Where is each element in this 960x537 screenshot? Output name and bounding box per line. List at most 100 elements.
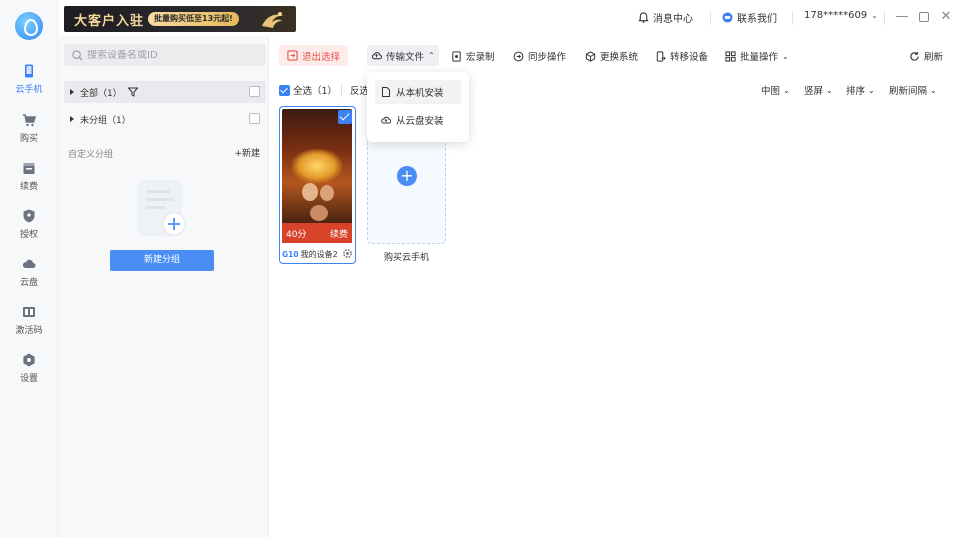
macro-record-label: 宏录制 [466, 52, 495, 63]
app-logo [15, 12, 43, 40]
change-system-button[interactable]: 更换系统 [585, 47, 638, 65]
size-label: 中图 [761, 86, 781, 97]
install-from-local-item[interactable]: 从本机安装 [375, 80, 461, 104]
macro-icon [452, 50, 461, 62]
nav-item-settings[interactable]: 设置 [0, 353, 58, 393]
select-all-checkbox[interactable]: 全选（1） [279, 83, 337, 97]
remaining-time-bar: 40分 续费 [282, 223, 352, 243]
transfer-file-label: 传输文件 [386, 51, 425, 63]
renew-link[interactable]: 续费 [330, 227, 348, 240]
sync-operation-button[interactable]: 同步操作 [513, 47, 566, 65]
size-select[interactable]: 中图 ⌄ [761, 83, 790, 98]
promo-banner[interactable]: 大客户入驻 批量购买低至13元起! [64, 6, 296, 32]
app-window: 云手机 购买 续费 授权 云盘 激活码 设置 大客户入驻 批量购买低至13元起!… [0, 0, 960, 537]
chevron-down-icon: ⌄ [868, 85, 875, 95]
new-group-link[interactable]: +新建 [234, 146, 260, 159]
empty-folder-illustration [138, 180, 186, 236]
minimize-icon[interactable]: — [894, 9, 910, 25]
group-checkbox-ungrouped[interactable] [249, 113, 260, 124]
gear-icon[interactable] [342, 248, 353, 259]
macro-record-button[interactable]: 宏录制 [451, 47, 495, 65]
group-label-ungrouped: 未分组（1） [80, 115, 131, 126]
search-icon [72, 49, 83, 61]
nav-item-label: 设置 [19, 374, 38, 384]
group-row-ungrouped[interactable]: 未分组（1） [64, 108, 266, 130]
expand-arrow-icon[interactable] [70, 116, 74, 122]
buy-cloud-phone-label[interactable]: 购买云手机 [367, 250, 446, 263]
contact-us[interactable]: 联系我们 [722, 10, 777, 25]
screen-art [292, 149, 342, 183]
shield-icon [23, 209, 35, 223]
transfer-file-button[interactable]: 传输文件 ⌃ [367, 45, 439, 66]
exit-icon [287, 50, 298, 61]
change-system-label: 更换系统 [600, 52, 639, 63]
transfer-file-dropdown: 从本机安装 从云盘安装 [367, 72, 469, 142]
divider [792, 11, 793, 25]
gold-dragon-icon [262, 12, 284, 28]
close-icon[interactable]: ✕ [938, 9, 954, 25]
nav-item-label: 云手机 [15, 85, 43, 95]
main-area: 退出选择 传输文件 ⌃ 宏录制 同步操作 更换系统 转移设备 批量操作 ⌄ 刷新… [268, 36, 960, 537]
chevron-down-icon: ⌄ [783, 85, 790, 95]
refresh-label: 刷新 [924, 52, 944, 63]
checkbox-checked-icon [279, 84, 290, 96]
device-selected-check-icon[interactable] [338, 110, 352, 124]
account-menu[interactable]: 178*****609 ⌄ [804, 10, 878, 21]
new-group-button[interactable]: 新建分组 [110, 250, 214, 271]
group-panel: 全部（1） 未分组（1） 自定义分组 +新建 新建分组 [58, 36, 268, 537]
message-center[interactable]: 消息中心 [638, 10, 693, 25]
search-input[interactable] [87, 49, 257, 61]
search-box [64, 44, 266, 66]
custom-group-label: 自定义分组 [68, 150, 114, 160]
nav-item-buy[interactable]: 购买 [0, 113, 58, 153]
nav-item-label: 续费 [19, 182, 38, 192]
chevron-down-icon: ⌄ [871, 11, 878, 20]
sort-select[interactable]: 排序 ⌄ [846, 83, 875, 98]
group-row-all[interactable]: 全部（1） [64, 81, 266, 103]
orientation-select[interactable]: 竖屏 ⌄ [804, 83, 833, 98]
invert-select-button[interactable]: 反选 [341, 83, 369, 97]
maximize-icon[interactable] [916, 9, 932, 25]
grid-icon [725, 50, 736, 62]
file-icon [382, 87, 390, 97]
refresh-icon [910, 51, 919, 61]
nav-item-label: 激活码 [15, 326, 43, 336]
orientation-label: 竖屏 [804, 86, 824, 97]
divider [884, 11, 885, 25]
message-center-label: 消息中心 [653, 14, 693, 25]
left-nav: 云手机 购买 续费 授权 云盘 激活码 设置 [0, 0, 58, 537]
nav-item-authorize[interactable]: 授权 [0, 209, 58, 249]
move-device-icon [656, 50, 666, 62]
device-footer: G10 我的设备2 [280, 245, 355, 263]
nav-item-cloud-phone[interactable]: 云手机 [0, 64, 58, 104]
refresh-interval-label: 刷新间隔 [889, 86, 928, 97]
move-device-button[interactable]: 转移设备 [655, 47, 708, 65]
sync-icon [513, 51, 524, 61]
filter-icon[interactable] [127, 87, 138, 97]
install-from-cloud-item[interactable]: 从云盘安装 [375, 108, 461, 132]
toolbar: 退出选择 传输文件 ⌃ 宏录制 同步操作 更换系统 转移设备 批量操作 ⌄ 刷新 [269, 44, 960, 68]
phone-icon [25, 64, 33, 78]
system-icon [585, 50, 596, 62]
group-label-all: 全部（1） [80, 88, 122, 99]
nav-item-cloud-disk[interactable]: 云盘 [0, 257, 58, 297]
expand-arrow-icon[interactable] [70, 89, 74, 95]
refresh-button[interactable]: 刷新 [909, 47, 943, 65]
exit-select-button[interactable]: 退出选择 [279, 45, 349, 66]
nav-item-renew[interactable]: 续费 [0, 161, 58, 201]
group-checkbox-all[interactable] [249, 86, 260, 97]
cloud-upload-icon [371, 52, 382, 60]
nav-item-activation-code[interactable]: 激活码 [0, 305, 58, 345]
device-card[interactable]: 40分 续费 G10 我的设备2 [279, 106, 356, 264]
move-device-label: 转移设备 [670, 52, 709, 63]
sync-operation-label: 同步操作 [528, 52, 567, 63]
plus-icon[interactable]: + [397, 166, 417, 186]
install-from-local-label: 从本机安装 [396, 88, 444, 99]
batch-operation-button[interactable]: 批量操作 ⌄ [725, 47, 789, 65]
screen-art [310, 205, 328, 221]
chevron-up-icon: ⌃ [428, 51, 435, 60]
account-name: 178*****609 [804, 10, 868, 21]
screen-art [302, 183, 318, 201]
refresh-interval-select[interactable]: 刷新间隔 ⌄ [889, 83, 937, 98]
cart-icon [23, 114, 36, 127]
